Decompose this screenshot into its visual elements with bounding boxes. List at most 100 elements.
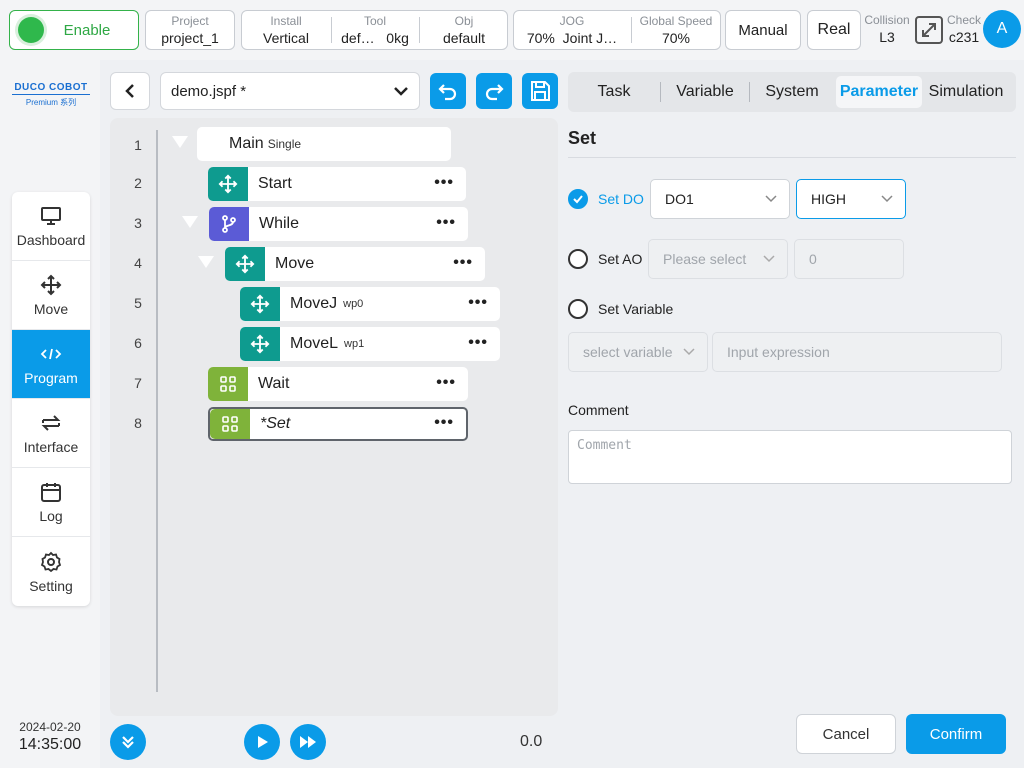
confirm-button[interactable]: Confirm xyxy=(906,714,1006,754)
time-text: 14:35:00 xyxy=(18,736,82,753)
cancel-button[interactable]: Cancel xyxy=(796,714,896,754)
tree-node-while[interactable]: While ••• xyxy=(209,207,468,241)
real-button[interactable]: Real xyxy=(807,10,861,50)
more-icon[interactable]: ••• xyxy=(453,255,473,271)
more-icon[interactable]: ••• xyxy=(468,335,488,351)
ao-port-select[interactable]: Please select xyxy=(648,239,788,279)
more-icon[interactable]: ••• xyxy=(436,215,456,231)
expression-input[interactable]: Input expression xyxy=(712,332,1002,372)
tree-rail xyxy=(156,130,158,692)
divider xyxy=(568,157,1016,158)
move-icon xyxy=(225,247,265,281)
collision-label: Collision xyxy=(864,13,910,27)
back-button[interactable] xyxy=(110,72,150,110)
node-sub: Single xyxy=(267,137,302,151)
undo-button[interactable] xyxy=(430,73,466,109)
more-icon[interactable]: ••• xyxy=(434,175,454,191)
file-select[interactable]: demo.jspf * xyxy=(160,72,420,110)
tab-task[interactable]: Task xyxy=(568,76,660,108)
sidebar-item-label: Program xyxy=(24,370,78,386)
project-label: Project xyxy=(171,14,209,28)
check-indicator[interactable]: Check c231 xyxy=(944,10,984,50)
manual-button[interactable]: Manual xyxy=(725,10,801,50)
jog-mode: Joint J… xyxy=(562,30,618,46)
do-port-select[interactable]: DO1 xyxy=(650,179,790,219)
expand-icon[interactable] xyxy=(915,16,943,44)
scroll-down-button[interactable] xyxy=(110,724,146,760)
more-icon[interactable]: ••• xyxy=(436,375,456,391)
collapse-triangle-icon[interactable] xyxy=(172,136,188,148)
move-icon xyxy=(240,287,280,321)
sidebar-item-setting[interactable]: Setting xyxy=(12,537,90,606)
set-do-radio[interactable] xyxy=(568,189,588,209)
enable-button[interactable]: Enable xyxy=(9,10,139,50)
step-forward-button[interactable] xyxy=(290,724,326,760)
tree-node-main[interactable]: Main Single xyxy=(197,127,451,161)
tree-node-start[interactable]: Start ••• xyxy=(208,167,466,201)
line-number: 1 xyxy=(134,137,142,153)
project-box[interactable]: Project project_1 xyxy=(145,10,235,50)
set-variable-label[interactable]: Set Variable xyxy=(598,301,673,317)
line-number: 8 xyxy=(134,415,142,431)
node-label: Start xyxy=(258,175,292,192)
jog-speed-box[interactable]: JOG 70% Joint J… Global Speed 70% xyxy=(513,10,721,50)
more-icon[interactable]: ••• xyxy=(468,295,488,311)
file-name: demo.jspf * xyxy=(171,82,247,100)
tab-variable[interactable]: Variable xyxy=(661,76,749,108)
date-text: 2024-02-20 xyxy=(19,720,81,734)
tree-node-wait[interactable]: Wait ••• xyxy=(208,367,468,401)
sidebar-item-label: Dashboard xyxy=(16,232,86,248)
tab-parameter[interactable]: Parameter xyxy=(836,76,922,108)
redo-icon xyxy=(485,84,504,101)
sidebar-item-dashboard[interactable]: Dashboard xyxy=(12,192,90,261)
more-icon[interactable]: ••• xyxy=(434,415,454,431)
chevron-down-icon xyxy=(683,348,695,356)
node-label: *Set xyxy=(260,415,291,432)
sidebar-item-log[interactable]: Log xyxy=(12,468,90,537)
tree-node-move[interactable]: Move ••• xyxy=(225,247,485,281)
logo-text: DUCO COBOT xyxy=(12,82,90,95)
play-icon xyxy=(258,736,268,748)
sidebar-item-move[interactable]: Move xyxy=(12,261,90,330)
variable-select[interactable]: select variable xyxy=(568,332,708,372)
tree-node-movej[interactable]: MoveJ wp0 ••• xyxy=(240,287,500,321)
jog-value: 70% Joint J… xyxy=(514,30,630,46)
install-tool-obj-box[interactable]: Install Vertical Tool def… 0kg Obj defau… xyxy=(241,10,508,50)
save-button[interactable] xyxy=(522,73,558,109)
tree-node-movel[interactable]: MoveL wp1 ••• xyxy=(240,327,500,361)
avatar[interactable]: A xyxy=(983,10,1021,48)
chevron-left-icon xyxy=(125,84,134,98)
branch-icon xyxy=(209,207,249,241)
code-icon xyxy=(40,342,62,366)
ao-value-input[interactable]: 0 xyxy=(794,239,904,279)
do-level-select[interactable]: HIGH xyxy=(796,179,906,219)
play-button[interactable] xyxy=(244,724,280,760)
node-label: Move xyxy=(275,255,315,272)
panel-title: Set xyxy=(568,128,597,148)
tree-node-set[interactable]: *Set ••• xyxy=(208,407,468,441)
redo-button[interactable] xyxy=(476,73,512,109)
save-icon xyxy=(531,81,550,101)
fast-forward-icon xyxy=(300,736,316,748)
node-label: Main xyxy=(229,135,264,152)
variable-placeholder: select variable xyxy=(583,344,673,360)
global-speed-label: Global Speed xyxy=(639,14,713,28)
logo-subtext: Premium 系列 xyxy=(25,98,77,107)
set-variable-radio[interactable] xyxy=(568,299,588,319)
set-do-label[interactable]: Set DO xyxy=(598,191,644,207)
program-tree[interactable]: 1 Main Single 2 Start ••• 3 While ••• 4 … xyxy=(110,118,558,716)
sidebar-item-interface[interactable]: Interface xyxy=(12,399,90,468)
set-ao-radio[interactable] xyxy=(568,249,588,269)
set-ao-label[interactable]: Set AO xyxy=(598,251,642,267)
collapse-triangle-icon[interactable] xyxy=(182,216,198,228)
collision-indicator[interactable]: Collision L3 xyxy=(862,10,912,50)
tab-simulation[interactable]: Simulation xyxy=(922,76,1010,108)
move-icon xyxy=(40,273,62,297)
line-number: 7 xyxy=(134,375,142,391)
comment-textarea[interactable]: Comment xyxy=(568,430,1012,484)
tab-system[interactable]: System xyxy=(750,76,834,108)
sidebar-item-program[interactable]: Program xyxy=(12,330,90,399)
obj-label: Obj xyxy=(454,14,474,28)
collapse-triangle-icon[interactable] xyxy=(198,256,214,268)
tool-label: Tool xyxy=(363,14,386,28)
